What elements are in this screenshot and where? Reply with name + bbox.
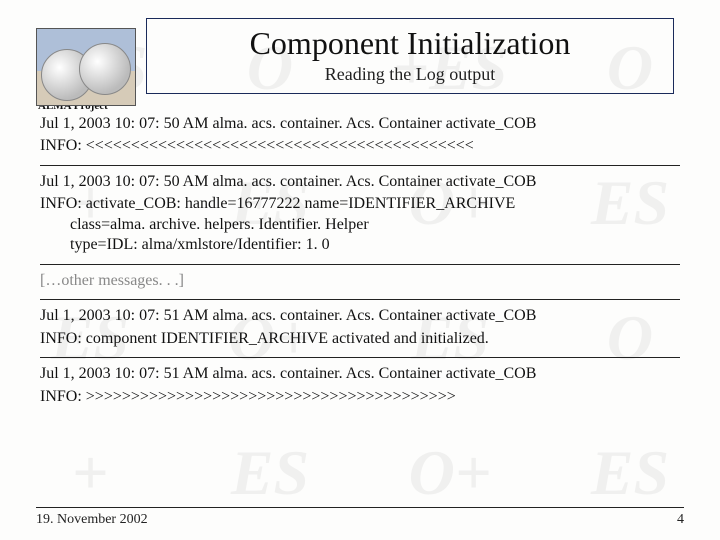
log-entry-3-info: INFO: component IDENTIFIER_ARCHIVE activ… [40,329,680,349]
footer: 19. November 2002 4 [36,507,684,528]
footer-page-number: 4 [677,512,684,528]
log-placeholder: […other messages. . .] [40,271,680,291]
log-entry-2-info: INFO: activate_COB: handle=16777222 name… [40,194,680,255]
footer-date: 19. November 2002 [36,512,148,528]
title-box: Component Initialization Reading the Log… [146,18,674,94]
separator [40,264,680,265]
slide-subtitle: Reading the Log output [157,64,663,85]
separator [40,357,680,358]
log-entry-1-header: Jul 1, 2003 10: 07: 50 AM alma. acs. con… [40,114,680,134]
log-entry-2-info-line1: INFO: activate_COB: handle=16777222 name… [40,195,515,212]
separator [40,299,680,300]
antenna-thumbnail [36,28,136,106]
log-entry-4-header: Jul 1, 2003 10: 07: 51 AM alma. acs. con… [40,364,680,384]
separator [40,165,680,166]
log-entry-2-header: Jul 1, 2003 10: 07: 50 AM alma. acs. con… [40,172,680,192]
slide: Component Initialization Reading the Log… [0,0,720,540]
log-entry-2-info-line3: type=IDL: alma/xmlstore/Identifier: 1. 0 [40,235,680,255]
log-entry-1-info: INFO: <<<<<<<<<<<<<<<<<<<<<<<<<<<<<<<<<<… [40,136,680,156]
log-entry-4-info: INFO: >>>>>>>>>>>>>>>>>>>>>>>>>>>>>>>>>>… [40,387,680,407]
log-entry-3-header: Jul 1, 2003 10: 07: 51 AM alma. acs. con… [40,306,680,326]
slide-title: Component Initialization [157,25,663,62]
log-block: Jul 1, 2003 10: 07: 50 AM alma. acs. con… [40,114,680,407]
log-entry-2-info-line2: class=alma. archive. helpers. Identifier… [40,215,680,235]
